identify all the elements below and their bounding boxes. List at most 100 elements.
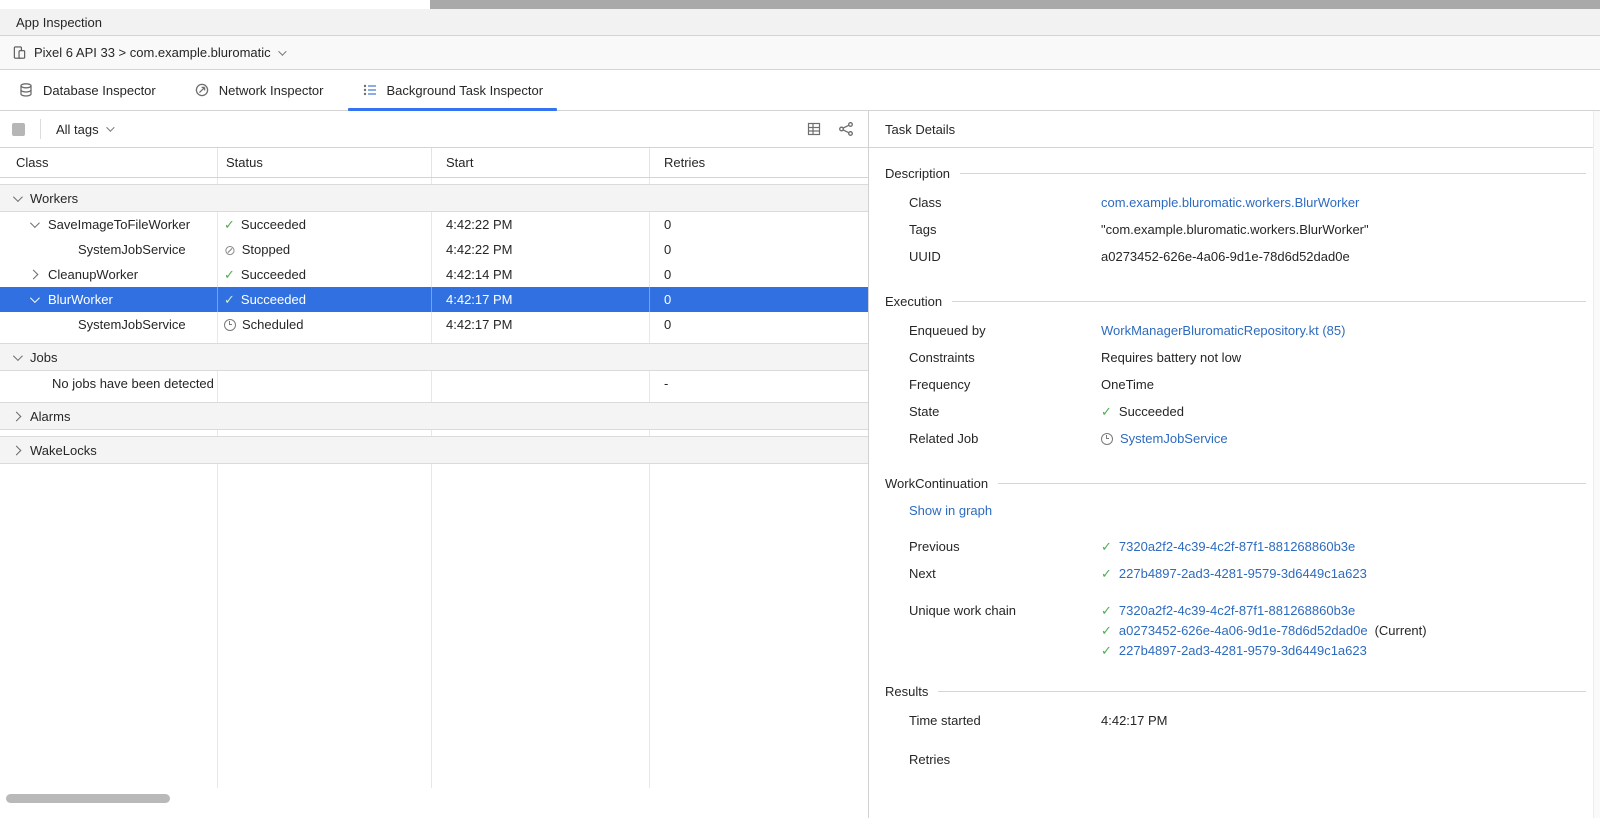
detail-label: Previous bbox=[909, 539, 1101, 554]
section-heading: Description bbox=[885, 166, 950, 181]
expander-icon[interactable] bbox=[9, 195, 23, 202]
detail-label: Related Job bbox=[909, 431, 1101, 446]
start-time: 4:42:14 PM bbox=[432, 262, 650, 287]
top-strip bbox=[0, 0, 1600, 9]
group-label: Jobs bbox=[30, 350, 57, 365]
table-view-icon[interactable] bbox=[806, 121, 822, 137]
detail-value: Succeeded bbox=[1119, 404, 1184, 419]
detail-row-tags: Tags "com.example.bluromatic.workers.Blu… bbox=[885, 216, 1586, 243]
expander-icon[interactable] bbox=[26, 296, 40, 303]
table-body: Workers SaveImageToFileWorker ✓ Succeede… bbox=[0, 178, 868, 818]
class-link[interactable]: com.example.bluromatic.workers.BlurWorke… bbox=[1101, 195, 1359, 210]
editor-horizontal-scrollbar[interactable] bbox=[430, 0, 1600, 9]
status-text: Succeeded bbox=[241, 292, 306, 307]
related-job-link[interactable]: SystemJobService bbox=[1120, 431, 1228, 446]
group-row-workers[interactable]: Workers bbox=[0, 184, 868, 212]
tab-background-task-inspector[interactable]: Background Task Inspector bbox=[348, 70, 558, 110]
show-in-graph-link[interactable]: Show in graph bbox=[909, 503, 992, 518]
details-title: Task Details bbox=[885, 122, 955, 137]
column-header-start[interactable]: Start bbox=[432, 148, 650, 177]
expander-icon[interactable] bbox=[9, 447, 23, 454]
table-row[interactable]: CleanupWorker ✓ Succeeded 4:42:14 PM 0 bbox=[0, 262, 868, 287]
group-label: Workers bbox=[30, 191, 78, 206]
worker-class: SystemJobService bbox=[78, 317, 186, 332]
work-chain-suffix: (Current) bbox=[1375, 621, 1427, 640]
status-text: Succeeded bbox=[241, 267, 306, 282]
empty-jobs-message: No jobs have been detected bbox=[52, 376, 214, 391]
start-time: 4:42:22 PM bbox=[432, 212, 650, 237]
vertical-scrollbar-track[interactable] bbox=[1593, 111, 1600, 818]
tags-filter-dropdown[interactable]: All tags bbox=[56, 122, 112, 137]
detail-label: Frequency bbox=[909, 377, 1101, 392]
toolbar-separator bbox=[40, 119, 41, 139]
work-chain-link[interactable]: a0273452-626e-4a06-9d1e-78d6d52dad0e bbox=[1119, 621, 1368, 640]
detail-row-class: Class com.example.bluromatic.workers.Blu… bbox=[885, 189, 1586, 216]
details-header: Task Details bbox=[869, 111, 1600, 148]
table-row-empty-jobs: No jobs have been detected - bbox=[0, 371, 868, 396]
stop-inspection-icon[interactable] bbox=[12, 123, 25, 136]
tab-network-inspector[interactable]: Network Inspector bbox=[180, 70, 338, 110]
section-heading: Results bbox=[885, 684, 928, 699]
table-row[interactable]: SaveImageToFileWorker ✓ Succeeded 4:42:2… bbox=[0, 212, 868, 237]
expander-icon[interactable] bbox=[9, 413, 23, 420]
group-label: WakeLocks bbox=[30, 443, 97, 458]
work-chain-list: ✓ 7320a2f2-4c39-4c2f-87f1-881268860b3e ✓… bbox=[1101, 601, 1427, 660]
section-heading: WorkContinuation bbox=[885, 476, 988, 491]
tab-label: Database Inspector bbox=[43, 83, 156, 98]
expander-icon[interactable] bbox=[26, 271, 40, 278]
detail-row-related-job: Related Job SystemJobService bbox=[885, 425, 1586, 452]
success-icon: ✓ bbox=[1101, 604, 1112, 617]
enqueued-by-link[interactable]: WorkManagerBluromaticRepository.kt (85) bbox=[1101, 323, 1345, 338]
detail-label: UUID bbox=[909, 249, 1101, 264]
horizontal-scrollbar-thumb[interactable] bbox=[6, 794, 170, 803]
group-row-alarms[interactable]: Alarms bbox=[0, 402, 868, 430]
expander-icon[interactable] bbox=[26, 221, 40, 228]
detail-row-enqueued-by: Enqueued by WorkManagerBluromaticReposit… bbox=[885, 317, 1586, 344]
work-chain-link[interactable]: 227b4897-2ad3-4281-9579-3d6449c1a623 bbox=[1119, 641, 1367, 660]
success-icon: ✓ bbox=[1101, 644, 1112, 657]
retries-count: 0 bbox=[650, 212, 868, 237]
column-header-class[interactable]: Class bbox=[0, 148, 218, 177]
retries-count: 0 bbox=[650, 287, 868, 312]
section-rule bbox=[998, 483, 1586, 484]
work-chain-link[interactable]: 7320a2f2-4c39-4c2f-87f1-881268860b3e bbox=[1119, 601, 1355, 620]
task-details-panel: Task Details Description Class com.examp… bbox=[869, 111, 1600, 818]
success-icon: ✓ bbox=[1101, 624, 1112, 637]
start-time: 4:42:17 PM bbox=[432, 287, 650, 312]
retries-count: 0 bbox=[650, 312, 868, 337]
table-row[interactable]: SystemJobService Scheduled 4:42:17 PM 0 bbox=[0, 312, 868, 337]
column-header-status[interactable]: Status bbox=[218, 148, 432, 177]
detail-row-unique-work-chain: Unique work chain ✓ 7320a2f2-4c39-4c2f-8… bbox=[885, 601, 1586, 660]
graph-view-icon[interactable] bbox=[838, 121, 854, 137]
section-description: Description bbox=[885, 166, 1586, 181]
retries-count: 0 bbox=[650, 262, 868, 287]
detail-row-uuid: UUID a0273452-626e-4a06-9d1e-78d6d52dad0… bbox=[885, 243, 1586, 270]
detail-label: Class bbox=[909, 195, 1101, 210]
device-bar: Pixel 6 API 33 > com.example.bluromatic bbox=[0, 36, 1600, 70]
stopped-icon: ⊘ bbox=[224, 243, 236, 257]
column-header-retries[interactable]: Retries bbox=[650, 148, 868, 177]
table-row[interactable]: SystemJobService ⊘ Stopped 4:42:22 PM 0 bbox=[0, 237, 868, 262]
device-selector-label: Pixel 6 API 33 > com.example.bluromatic bbox=[34, 45, 271, 60]
table-row-selected[interactable]: BlurWorker ✓ Succeeded 4:42:17 PM 0 bbox=[0, 287, 868, 312]
group-label: Alarms bbox=[30, 409, 70, 424]
section-workcontinuation: WorkContinuation bbox=[885, 476, 1586, 491]
tab-label: Background Task Inspector bbox=[387, 83, 544, 98]
detail-value: OneTime bbox=[1101, 377, 1154, 392]
detail-value: "com.example.bluromatic.workers.BlurWork… bbox=[1101, 222, 1369, 237]
group-row-jobs[interactable]: Jobs bbox=[0, 343, 868, 371]
success-icon: ✓ bbox=[1101, 540, 1112, 553]
tab-database-inspector[interactable]: Database Inspector bbox=[4, 70, 170, 110]
previous-work-link[interactable]: 7320a2f2-4c39-4c2f-87f1-881268860b3e bbox=[1119, 539, 1355, 554]
worker-class: BlurWorker bbox=[48, 292, 113, 307]
task-table-panel: All tags bbox=[0, 111, 869, 818]
expander-icon[interactable] bbox=[9, 354, 23, 361]
next-work-link[interactable]: 227b4897-2ad3-4281-9579-3d6449c1a623 bbox=[1119, 566, 1367, 581]
detail-label: Tags bbox=[909, 222, 1101, 237]
group-row-wakelocks[interactable]: WakeLocks bbox=[0, 436, 868, 464]
detail-label: Retries bbox=[909, 752, 1101, 767]
device-process-selector[interactable]: Pixel 6 API 33 > com.example.bluromatic bbox=[12, 45, 284, 60]
show-in-graph-row: Show in graph bbox=[885, 499, 1586, 521]
status-text: Scheduled bbox=[242, 317, 303, 332]
detail-row-constraints: Constraints Requires battery not low bbox=[885, 344, 1586, 371]
